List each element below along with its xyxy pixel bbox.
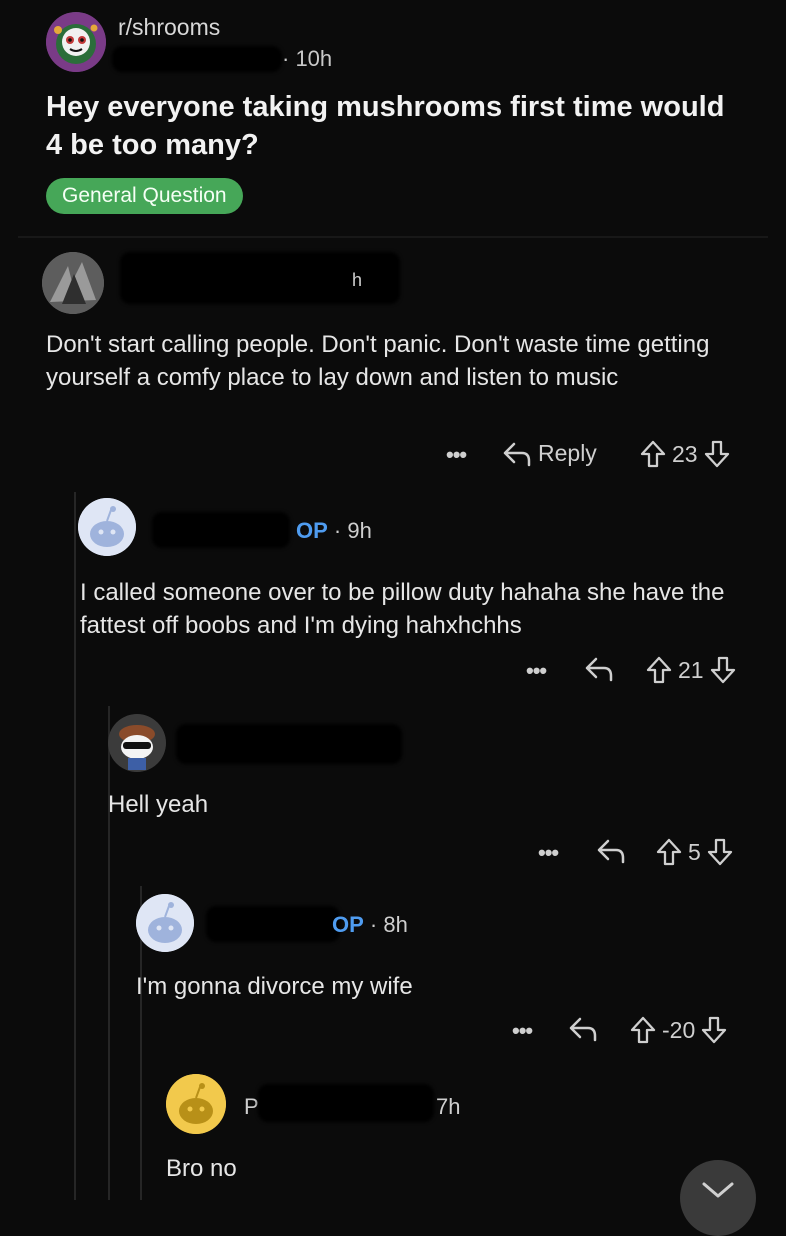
comment-body: I'm gonna divorce my wife xyxy=(136,973,413,1000)
op-badge: OP xyxy=(332,912,364,937)
username-fragment: P xyxy=(244,1094,259,1119)
commenter-avatar[interactable] xyxy=(78,498,136,556)
photo-avatar-icon xyxy=(42,252,104,314)
upvote-icon[interactable] xyxy=(640,440,666,468)
post-title[interactable]: Hey everyone taking mushrooms first time… xyxy=(46,88,726,164)
downvote-icon[interactable] xyxy=(710,656,736,684)
score: 23 xyxy=(672,440,698,467)
op-badge: OP xyxy=(296,518,328,543)
comment-body: Bro no xyxy=(166,1155,237,1182)
reply-arrow-icon xyxy=(503,442,531,466)
redacted-username xyxy=(152,512,290,548)
thread-line xyxy=(74,492,76,1200)
comment-body: Hell yeah xyxy=(108,791,209,818)
post-time: · 10h xyxy=(282,46,333,71)
reply-label: Reply xyxy=(538,440,597,466)
subreddit-avatar[interactable] xyxy=(46,12,106,72)
comment-meta: OP · 9h xyxy=(296,518,372,544)
downvote-icon[interactable] xyxy=(704,440,730,468)
snoo-avatar-icon xyxy=(136,894,194,952)
scroll-down-button[interactable] xyxy=(680,1160,756,1236)
commenter-avatar[interactable] xyxy=(108,714,166,772)
thread-line xyxy=(108,706,110,1200)
comment-time: · 8h xyxy=(369,912,408,937)
comment-body: Don't start calling people. Don't panic.… xyxy=(46,331,710,391)
comment-time: 7h xyxy=(436,1094,461,1119)
comment-time: · 9h xyxy=(333,518,372,543)
reply-button[interactable] xyxy=(584,656,614,682)
comment-body: I called someone over to be pillow duty … xyxy=(80,579,725,639)
score: 5 xyxy=(688,838,701,865)
reply-button[interactable]: Reply xyxy=(502,440,597,467)
more-options-icon[interactable]: ••• xyxy=(538,840,559,866)
snoo-avatar-icon xyxy=(166,1074,226,1134)
redacted-username xyxy=(206,906,340,942)
downvote-icon[interactable] xyxy=(707,838,733,866)
chevron-down-icon xyxy=(702,1182,734,1198)
snoo-avatar-icon xyxy=(78,498,136,556)
upvote-icon[interactable] xyxy=(646,656,672,684)
vote-controls: 23 xyxy=(640,440,730,468)
more-options-icon[interactable]: ••• xyxy=(446,442,467,468)
downvote-icon[interactable] xyxy=(701,1016,727,1044)
reply-button[interactable] xyxy=(596,838,626,864)
upvote-icon[interactable] xyxy=(630,1016,656,1044)
vote-controls: 5 xyxy=(656,838,733,866)
comment-time: h xyxy=(352,270,363,290)
more-options-icon[interactable]: ••• xyxy=(526,658,547,684)
redacted-username xyxy=(112,46,282,72)
mushroom-face-icon xyxy=(46,12,106,72)
subreddit-name[interactable]: r/shrooms xyxy=(118,14,220,41)
reply-arrow-icon xyxy=(585,657,613,682)
cool-snoo-avatar-icon xyxy=(108,714,166,772)
divider xyxy=(18,236,768,238)
reply-arrow-icon xyxy=(569,1017,597,1042)
redacted-username xyxy=(176,724,402,764)
commenter-avatar[interactable] xyxy=(166,1074,226,1134)
comment-meta: OP · 8h xyxy=(332,912,408,938)
post-flair[interactable]: General Question xyxy=(46,178,243,214)
vote-controls: 21 xyxy=(646,656,736,684)
redacted-username xyxy=(258,1084,434,1122)
score: 21 xyxy=(678,656,704,683)
score: -20 xyxy=(662,1016,696,1043)
more-options-icon[interactable]: ••• xyxy=(512,1018,533,1044)
vote-controls: -20 xyxy=(630,1016,727,1044)
upvote-icon[interactable] xyxy=(656,838,682,866)
reply-arrow-icon xyxy=(597,839,625,864)
commenter-avatar[interactable] xyxy=(136,894,194,952)
reply-button[interactable] xyxy=(568,1016,598,1042)
commenter-avatar[interactable] xyxy=(42,252,104,314)
